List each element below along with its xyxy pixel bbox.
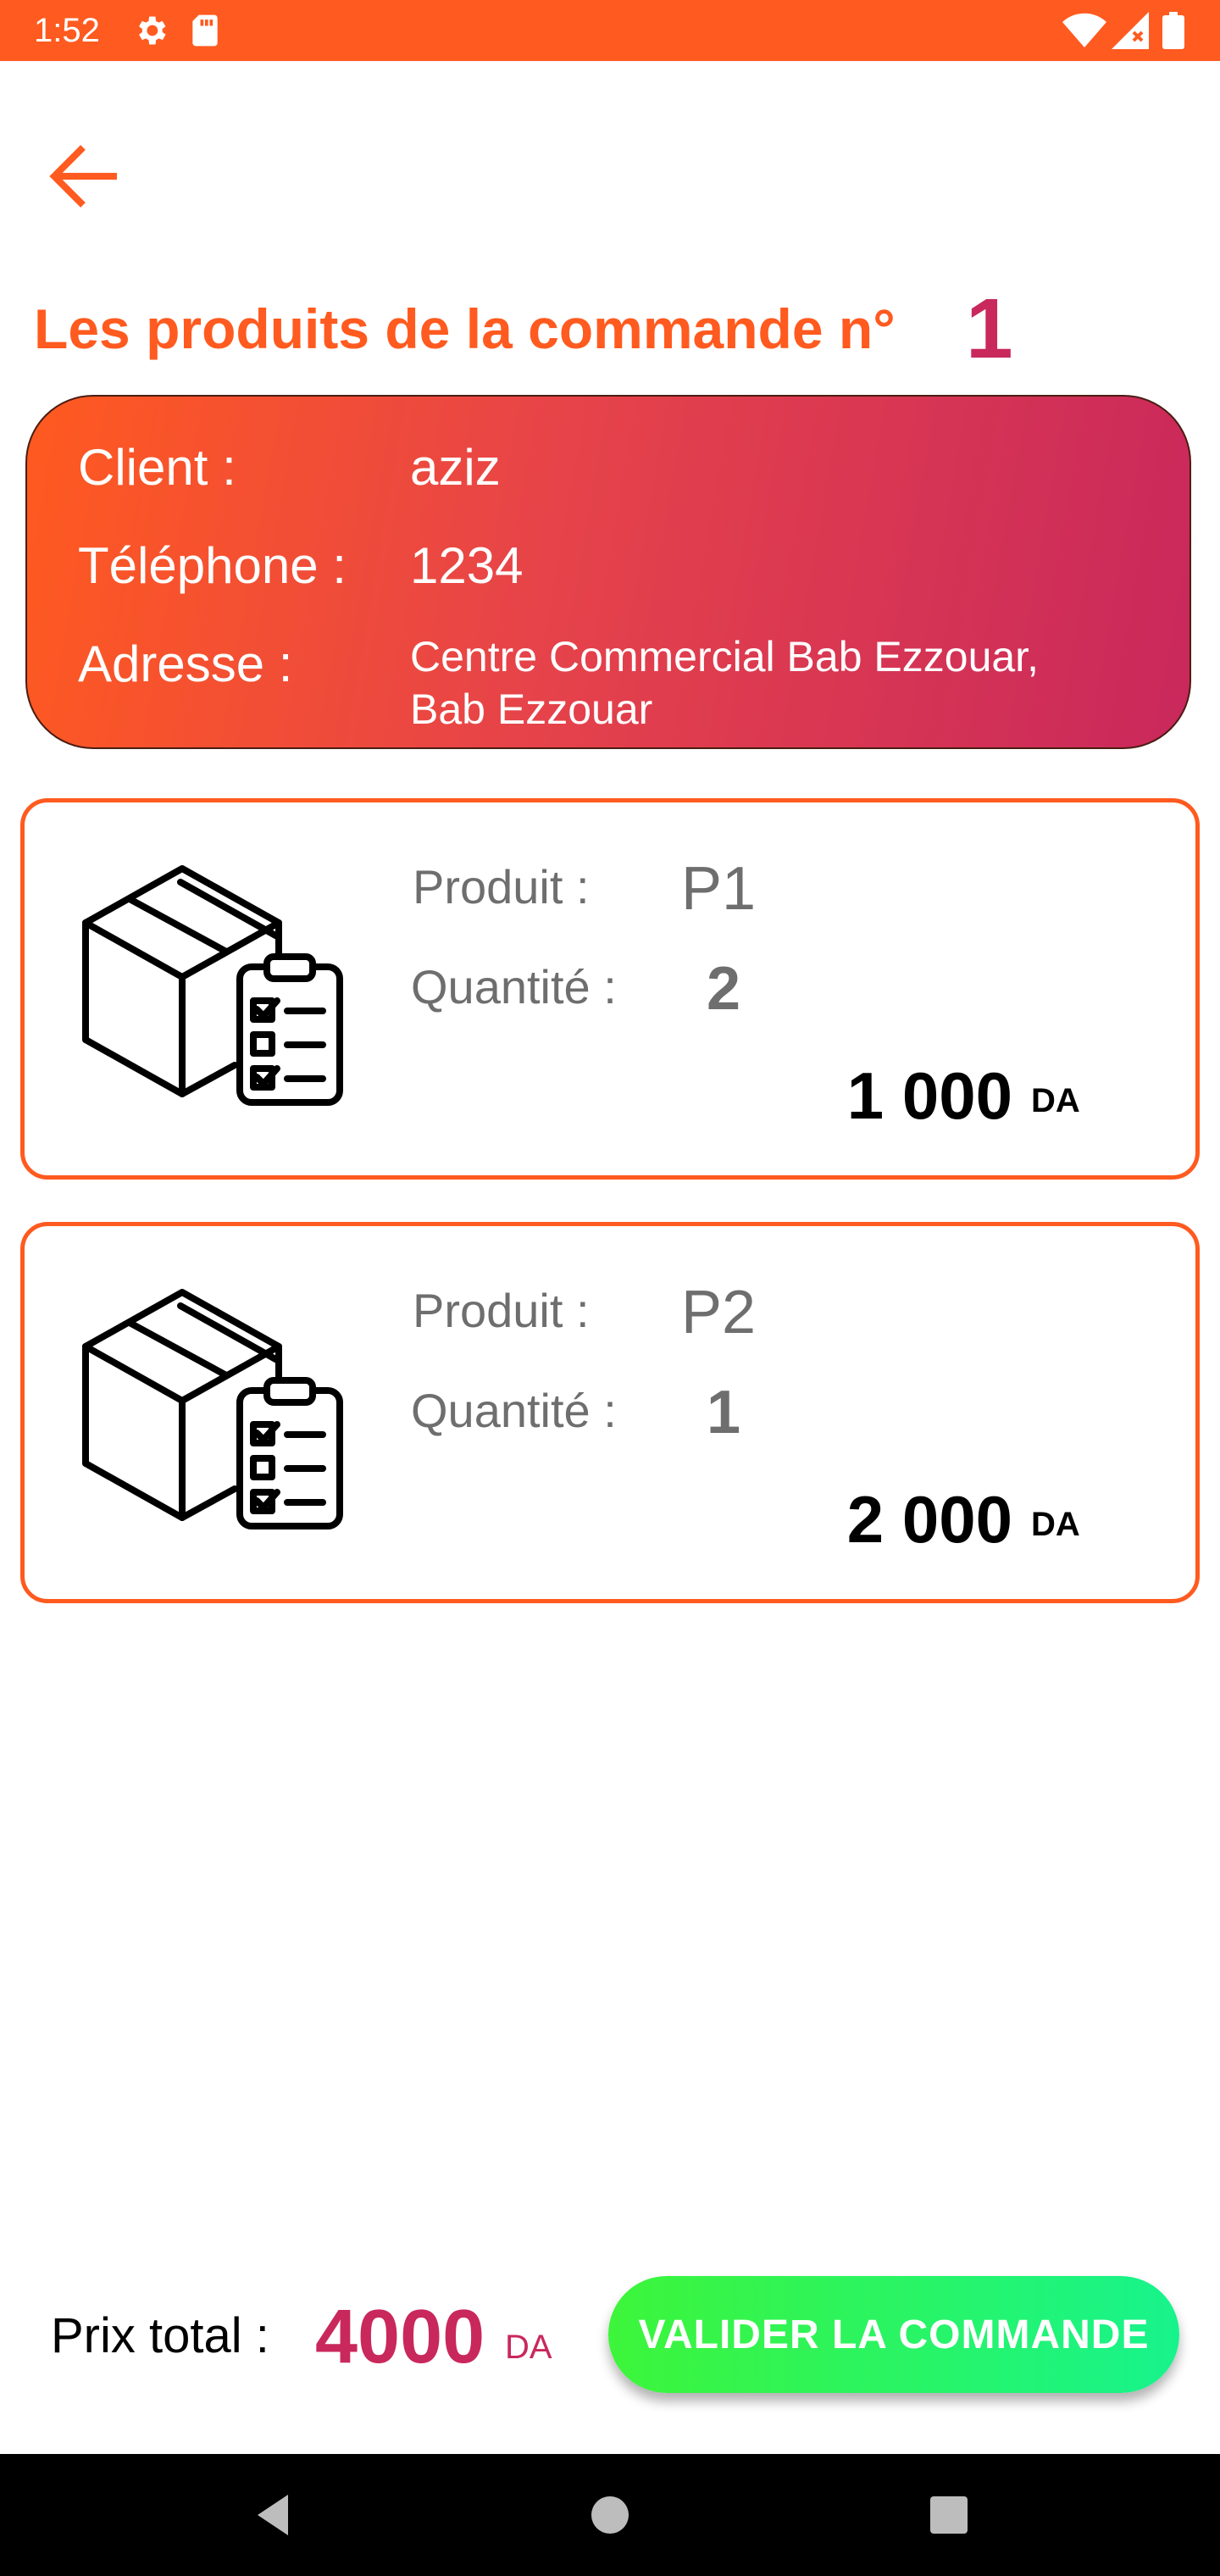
order-number: 1 [966, 281, 1013, 376]
product-card[interactable]: Produit : P1 Quantité : 2 1 000 DA [20, 798, 1200, 1180]
package-checklist-icon [82, 865, 343, 1106]
arrow-left-icon [49, 145, 117, 208]
client-name: aziz [410, 439, 501, 496]
client-info-card: Client : aziz Téléphone : 1234 Adresse :… [25, 395, 1191, 749]
phone-value: 1234 [410, 537, 524, 594]
address-line-2: Bab Ezzouar [410, 686, 653, 733]
product-label: Produit : [413, 860, 590, 913]
client-label: Client : [78, 439, 236, 496]
address-label: Adresse : [78, 636, 293, 692]
phone-label: Téléphone : [78, 537, 347, 594]
total-value: 4000 [315, 2295, 485, 2379]
product-label: Produit : [413, 1284, 590, 1337]
status-bar: 1:52 [0, 0, 1220, 61]
product-name: P2 [681, 1279, 757, 1346]
address-value: Centre Commercial Bab Ezzouar, Bab Ezzou… [410, 630, 1139, 736]
total-currency: DA [505, 2329, 552, 2366]
validate-order-button[interactable]: VALIDER LA COMMANDE [608, 2276, 1179, 2393]
recents-square-icon[interactable] [918, 2484, 979, 2545]
price-currency: DA [1031, 1506, 1080, 1543]
product-price: 1 000 [846, 1058, 1012, 1133]
navigation-bar [0, 2454, 1220, 2576]
signal-icon [1112, 12, 1149, 53]
quantity-label: Quantité : [411, 1384, 617, 1437]
sd-card-icon [188, 12, 222, 53]
address-line-1: Centre Commercial Bab Ezzouar, [410, 633, 1039, 680]
wifi-icon [1062, 12, 1106, 53]
home-circle-icon[interactable] [580, 2484, 640, 2545]
quantity-value: 2 [707, 955, 741, 1023]
product-name: P1 [681, 855, 757, 923]
settings-icon [132, 12, 169, 53]
status-time: 1:52 [34, 12, 100, 49]
price-currency: DA [1031, 1082, 1080, 1119]
quantity-value: 1 [707, 1379, 741, 1446]
package-checklist-icon [82, 1289, 343, 1530]
total-label: Prix total : [51, 2308, 269, 2363]
quantity-label: Quantité : [411, 960, 617, 1013]
page-title: Les produits de la commande n° [34, 297, 896, 360]
back-triangle-icon[interactable] [244, 2484, 305, 2545]
product-price: 2 000 [846, 1482, 1012, 1557]
product-card[interactable]: Produit : P2 Quantité : 1 2 000 DA [20, 1222, 1200, 1603]
back-button[interactable] [44, 136, 125, 217]
battery-icon [1162, 12, 1184, 53]
